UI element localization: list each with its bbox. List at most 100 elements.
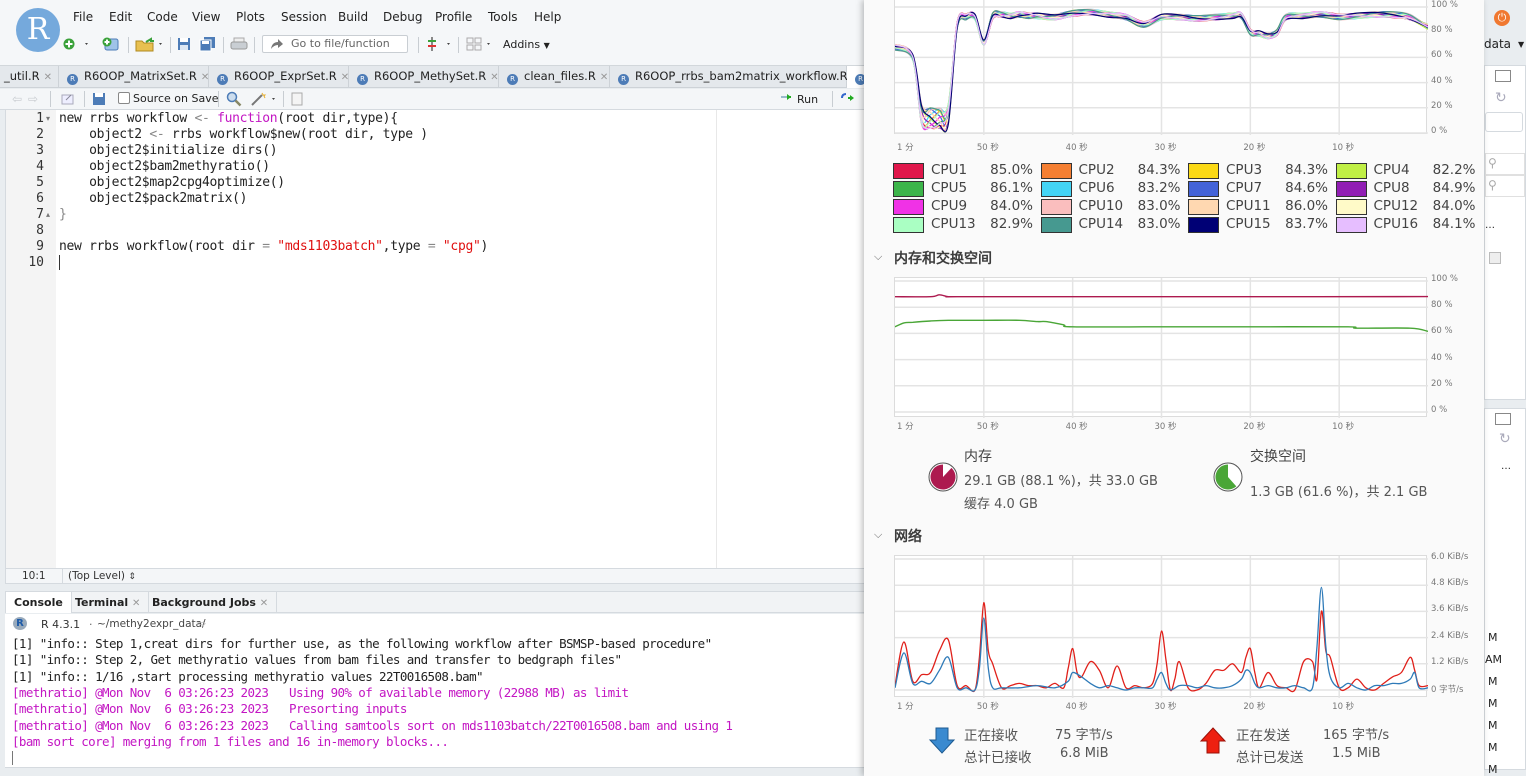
back-arrow-icon[interactable]: ⇦ [12, 92, 22, 106]
tab-matrixset[interactable]: R R6OOP_MatrixSet.R ✕ [59, 66, 209, 88]
r-logo: R [16, 8, 60, 52]
find-button[interactable] [226, 91, 242, 110]
code-tools-button[interactable] [250, 91, 278, 110]
legend-swatch-cpu10[interactable] [1040, 199, 1072, 215]
menu-plots[interactable]: Plots [236, 10, 265, 24]
cpu-history-graph [894, 0, 1429, 135]
legend-swatch-cpu12[interactable] [1335, 199, 1367, 215]
menu-view[interactable]: View [192, 10, 220, 24]
menu-session[interactable]: Session [281, 10, 327, 24]
save-all-button[interactable] [199, 36, 217, 54]
new-project-button[interactable] [100, 36, 122, 54]
print-button[interactable] [230, 36, 248, 54]
save-button[interactable] [176, 36, 192, 54]
menu-tools[interactable]: Tools [488, 10, 518, 24]
close-icon[interactable]: ✕ [341, 72, 349, 83]
fold-close-icon[interactable]: ▴ [46, 210, 50, 219]
close-icon[interactable]: ✕ [600, 72, 608, 83]
close-icon[interactable]: ✕ [132, 598, 140, 609]
fold-open-icon[interactable]: ▾ [46, 114, 50, 123]
y-tick-label: 40 % [1431, 352, 1453, 363]
collapse-network-icon[interactable]: ⌵ [874, 528, 882, 542]
network-section-title[interactable]: 网络 [894, 526, 922, 546]
close-icon[interactable]: ✕ [260, 598, 268, 609]
open-file-button[interactable] [134, 36, 164, 54]
compile-report-button[interactable] [291, 92, 303, 109]
menu-help[interactable]: Help [534, 10, 561, 24]
run-button[interactable]: Run [781, 91, 818, 106]
scope-selector[interactable]: (Top Level) ⇕ [68, 570, 136, 582]
new-file-button[interactable] [62, 36, 92, 54]
pane-layout-button[interactable] [466, 36, 496, 54]
tab-methyset[interactable]: R R6OOP_MethySet.R ✕ [349, 66, 499, 88]
search-field-2[interactable]: ⚲ [1485, 153, 1525, 175]
legend-swatch-cpu14[interactable] [1040, 217, 1072, 233]
legend-swatch-cpu6[interactable] [1040, 181, 1072, 197]
tab-clean-files[interactable]: Rclean_files.R ✕ [499, 66, 610, 88]
legend-swatch-cpu15[interactable] [1188, 217, 1219, 233]
toolbar-separator [170, 37, 171, 53]
refresh-icon[interactable]: ↻ [1495, 90, 1507, 106]
console-output[interactable]: [1] "info:: Step 1,creat dirs for furthe… [5, 634, 865, 768]
forward-arrow-icon[interactable]: ⇨ [28, 92, 38, 106]
legend-label: CPU3 [1226, 162, 1263, 178]
ellipsis[interactable]: … [1485, 220, 1495, 231]
code-editor[interactable]: 1 ▾ 2 3 4 5 6 7 ▴ 8 9 10 new rrbs workflow <- funct… [5, 110, 865, 568]
legend-swatch-cpu16[interactable] [1335, 217, 1367, 233]
maximize-icon[interactable] [1495, 70, 1511, 82]
legend-swatch-cpu9[interactable] [893, 199, 924, 215]
maximize-icon[interactable] [1495, 413, 1511, 425]
search-field[interactable] [1485, 112, 1523, 132]
right-pane-strip: ⏻ data ▼ ↻ ⚲ ⚲ … ↻ … M AM M M M M M [1484, 0, 1526, 776]
line-number: 5 [36, 175, 44, 190]
collapse-memory-icon[interactable]: ⌵ [874, 250, 882, 264]
y-tick-label: 20 % [1431, 378, 1453, 389]
console-output-line: [1] "info:: Step 2, Get methyratio value… [12, 652, 622, 668]
memory-section-title[interactable]: 内存和交换空间 [894, 248, 992, 268]
legend-swatch-cpu11[interactable] [1188, 199, 1219, 215]
legend-swatch-cpu4[interactable] [1335, 163, 1367, 179]
menu-file[interactable]: File [73, 10, 93, 24]
tab-util[interactable]: _util.R ✕ [0, 66, 59, 88]
menu-debug[interactable]: Debug [383, 10, 422, 24]
tab-console[interactable]: Console [6, 592, 72, 613]
go-to-file-input[interactable]: Go to file/function [262, 35, 408, 53]
tab-rrbs-workflow[interactable]: RR6OOP_rrbs_bam2matrix_workflow.R✕ [610, 66, 860, 88]
addins-menu[interactable]: Addins ▼ [503, 36, 550, 54]
legend-swatch-cpu7[interactable] [1188, 181, 1219, 197]
toolbar-separator [218, 91, 219, 107]
rerun-button[interactable] [840, 92, 860, 107]
menu-profile[interactable]: Profile [435, 10, 472, 24]
legend-swatch-cpu13[interactable] [893, 217, 924, 233]
legend-swatch-cpu1[interactable] [893, 163, 924, 179]
power-icon[interactable]: ⏻ [1494, 10, 1510, 26]
menu-build[interactable]: Build [338, 10, 368, 24]
editor-save-button[interactable] [92, 92, 106, 109]
tab-terminal[interactable]: Terminal ✕ [67, 592, 150, 613]
goto-directory-icon[interactable]: ⇨ [197, 617, 206, 630]
project-name-fragment[interactable]: data [1484, 37, 1511, 51]
close-icon[interactable]: ✕ [201, 72, 209, 83]
show-in-window-button[interactable] [60, 92, 76, 109]
x-tick-label: 50 秒 [976, 422, 999, 432]
legend-swatch-cpu2[interactable] [1040, 163, 1072, 179]
vcs-button[interactable] [426, 36, 456, 54]
legend-swatch-cpu8[interactable] [1335, 181, 1367, 197]
search-field-3[interactable]: ⚲ [1485, 175, 1525, 197]
total-sent: 1.5 MiB [1332, 746, 1381, 761]
close-icon[interactable]: ✕ [490, 72, 498, 83]
legend-swatch-cpu5[interactable] [893, 181, 924, 197]
sending-label: 正在发送 [1236, 728, 1290, 744]
tab-background-jobs[interactable]: Background Jobs ✕ [144, 592, 278, 613]
legend-value: 84.0% [990, 198, 1033, 214]
tab-label: Terminal [75, 596, 129, 609]
menu-code[interactable]: Code [147, 10, 178, 24]
menu-edit[interactable]: Edit [109, 10, 132, 24]
source-on-save-checkbox[interactable] [118, 92, 130, 104]
more-icon[interactable]: … [1501, 461, 1511, 472]
refresh-icon[interactable]: ↻ [1499, 431, 1511, 447]
status-separator [62, 569, 63, 583]
close-icon[interactable]: ✕ [44, 72, 52, 83]
legend-swatch-cpu3[interactable] [1188, 163, 1219, 179]
tab-exprset[interactable]: R R6OOP_ExprSet.R ✕ [209, 66, 349, 88]
